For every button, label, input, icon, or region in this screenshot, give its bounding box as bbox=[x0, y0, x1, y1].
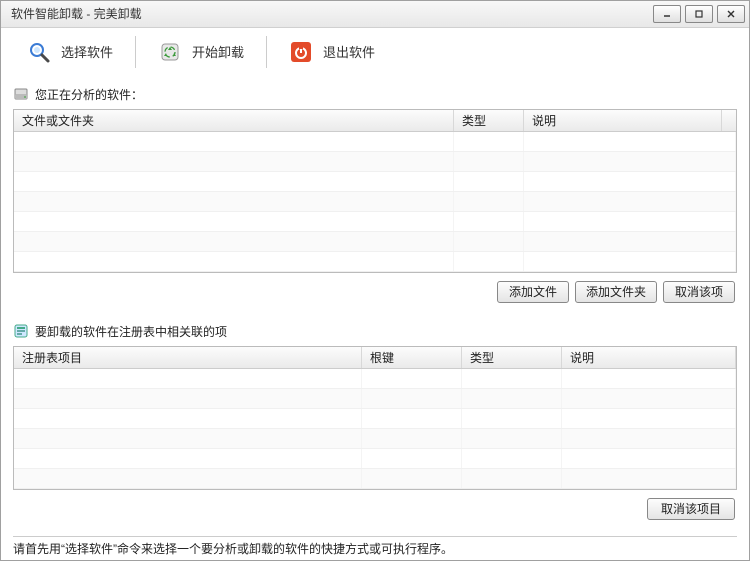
files-table-header: 文件或文件夹 类型 说明 bbox=[14, 110, 736, 132]
content-area: 您正在分析的软件： 文件或文件夹 类型 说明 添加文件 添加文件夹 取消该项 bbox=[1, 76, 749, 536]
table-row bbox=[14, 429, 736, 449]
cancel-file-item-button[interactable]: 取消该项 bbox=[663, 281, 735, 303]
select-software-button[interactable]: 选择软件 bbox=[13, 34, 127, 70]
column-reg[interactable]: 注册表项目 bbox=[14, 347, 362, 368]
table-row bbox=[14, 449, 736, 469]
analyzing-title: 您正在分析的软件： bbox=[35, 86, 143, 103]
window-title: 软件智能卸载 - 完美卸载 bbox=[11, 5, 653, 22]
cancel-registry-item-button[interactable]: 取消该项目 bbox=[647, 498, 735, 520]
maximize-icon bbox=[694, 9, 704, 19]
column-file[interactable]: 文件或文件夹 bbox=[14, 110, 454, 131]
start-uninstall-button[interactable]: 开始卸载 bbox=[144, 34, 258, 70]
table-row bbox=[14, 369, 736, 389]
table-row bbox=[14, 252, 736, 272]
registry-icon bbox=[13, 323, 29, 339]
registry-table-header: 注册表项目 根键 类型 说明 bbox=[14, 347, 736, 369]
status-text: 请首先用“选择软件”命令来选择一个要分析或卸载的软件的快捷方式或可执行程序。 bbox=[13, 540, 453, 557]
analyzing-header: 您正在分析的软件： bbox=[13, 82, 737, 109]
files-table-body[interactable] bbox=[14, 132, 736, 272]
disk-icon bbox=[13, 86, 29, 102]
close-button[interactable] bbox=[717, 5, 745, 23]
statusbar: 请首先用“选择软件”命令来选择一个要分析或卸载的软件的快捷方式或可执行程序。 bbox=[1, 537, 749, 560]
column-desc[interactable]: 说明 bbox=[524, 110, 722, 131]
toolbar: 选择软件 开始卸载 退出软件 bbox=[1, 28, 749, 76]
registry-table-body[interactable] bbox=[14, 369, 736, 489]
column-check[interactable] bbox=[722, 110, 736, 131]
toolbar-separator bbox=[135, 36, 136, 68]
files-buttons: 添加文件 添加文件夹 取消该项 bbox=[13, 273, 737, 311]
table-row bbox=[14, 469, 736, 489]
registry-table: 注册表项目 根键 类型 说明 bbox=[13, 346, 737, 490]
registry-buttons: 取消该项目 bbox=[13, 490, 737, 528]
recycle-icon bbox=[158, 40, 182, 64]
table-row bbox=[14, 152, 736, 172]
select-software-label: 选择软件 bbox=[61, 42, 113, 61]
column-regdesc[interactable]: 说明 bbox=[562, 347, 736, 368]
registry-title: 要卸载的软件在注册表中相关联的项 bbox=[35, 323, 227, 340]
minimize-icon bbox=[662, 9, 672, 19]
maximize-button[interactable] bbox=[685, 5, 713, 23]
close-icon bbox=[726, 9, 736, 19]
table-row bbox=[14, 409, 736, 429]
table-row bbox=[14, 132, 736, 152]
titlebar: 软件智能卸载 - 完美卸载 bbox=[1, 1, 749, 28]
table-row bbox=[14, 192, 736, 212]
power-icon bbox=[289, 40, 313, 64]
exit-software-label: 退出软件 bbox=[323, 42, 375, 61]
magnifier-icon bbox=[27, 40, 51, 64]
registry-section: 要卸载的软件在注册表中相关联的项 注册表项目 根键 类型 说明 取消该项目 bbox=[13, 319, 737, 528]
table-row bbox=[14, 172, 736, 192]
column-root[interactable]: 根键 bbox=[362, 347, 462, 368]
exit-software-button[interactable]: 退出软件 bbox=[275, 34, 389, 70]
registry-header: 要卸载的软件在注册表中相关联的项 bbox=[13, 319, 737, 346]
files-table: 文件或文件夹 类型 说明 bbox=[13, 109, 737, 273]
analyzing-section: 您正在分析的软件： 文件或文件夹 类型 说明 添加文件 添加文件夹 取消该项 bbox=[13, 82, 737, 311]
column-regtype[interactable]: 类型 bbox=[462, 347, 562, 368]
column-type[interactable]: 类型 bbox=[454, 110, 524, 131]
toolbar-separator bbox=[266, 36, 267, 68]
start-uninstall-label: 开始卸载 bbox=[192, 42, 244, 61]
table-row bbox=[14, 212, 736, 232]
table-row bbox=[14, 232, 736, 252]
minimize-button[interactable] bbox=[653, 5, 681, 23]
table-row bbox=[14, 389, 736, 409]
window-controls bbox=[653, 5, 745, 23]
add-folder-button[interactable]: 添加文件夹 bbox=[575, 281, 657, 303]
add-file-button[interactable]: 添加文件 bbox=[497, 281, 569, 303]
